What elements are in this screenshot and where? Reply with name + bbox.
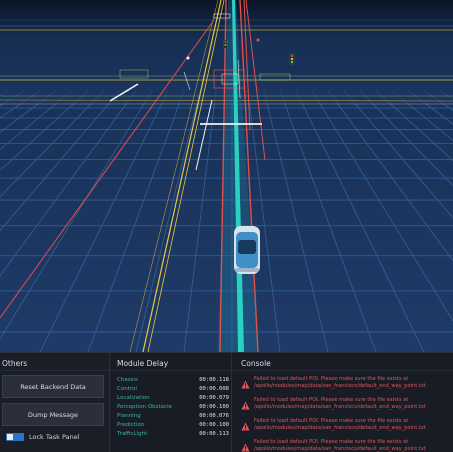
lock-task-panel-row[interactable]: Lock Task Panel <box>6 433 80 441</box>
console-message-text: Failed to load default POI. Please make … <box>254 376 426 389</box>
console-message-text: Failed to load default POI. Please make … <box>254 418 426 431</box>
module-name: Control <box>117 385 137 392</box>
module-name: TrafficLight <box>117 430 148 437</box>
module-delay-value: 00:00.076 <box>199 412 229 419</box>
module-delay-row: Planning 00:00.076 <box>117 411 229 420</box>
module-delay-row: Perception Obstacle 00:00.100 <box>117 402 229 411</box>
traffic-light-icon <box>289 53 295 65</box>
console-message-text: Failed to load default POI. Please make … <box>254 397 426 410</box>
console-panel: Console Failed to load default POI. Plea… <box>232 353 453 452</box>
module-delay-list: Chassis 00:00.118 Control 00:00.008 Localiza… <box>117 375 229 438</box>
module-delay-value: 00:00.008 <box>199 385 229 392</box>
module-delay-panel: Module Delay Chassis 00:00.118 Control 00:0… <box>110 353 232 452</box>
module-delay-value: 00:00.100 <box>199 421 229 428</box>
module-delay-value: 00:00.100 <box>199 403 229 410</box>
console-message: Failed to load default POI. Please make … <box>241 438 451 452</box>
traffic-light-icon <box>223 39 228 49</box>
module-delay-row: TrafficLight 00:00.113 <box>117 429 229 438</box>
reset-backend-data-button[interactable]: Reset Backend Data <box>2 375 104 398</box>
others-title: Others <box>0 353 109 371</box>
console-message: Failed to load default POI. Please make … <box>241 375 451 396</box>
console-message-text: Failed to load default POI. Please make … <box>254 439 426 452</box>
module-name: Chassis <box>117 376 138 383</box>
dump-message-button[interactable]: Dump Message <box>2 403 104 426</box>
module-delay-value: 00:00.079 <box>199 394 229 401</box>
signal-marker <box>256 38 260 42</box>
module-delay-row: Prediction 00:00.100 <box>117 420 229 429</box>
module-delay-row: Chassis 00:00.118 <box>117 375 229 384</box>
task-panel: Others Reset Backend Data Dump Message L… <box>0 352 453 452</box>
console-message: Failed to load default POI. Please make … <box>241 417 451 438</box>
lock-task-panel-label: Lock Task Panel <box>29 433 80 441</box>
warning-icon <box>241 422 250 431</box>
console-title: Console <box>232 353 453 371</box>
module-delay-row: Localization 00:00.079 <box>117 393 229 402</box>
module-delay-value: 00:00.118 <box>199 376 229 383</box>
module-name: Planning <box>117 412 141 419</box>
ego-vehicle-icon <box>234 226 260 274</box>
warning-icon <box>241 380 250 389</box>
module-name: Perception Obstacle <box>117 403 172 410</box>
console-message: Failed to load default POI. Please make … <box>241 396 451 417</box>
warning-icon <box>241 401 250 410</box>
module-delay-row: Control 00:00.008 <box>117 384 229 393</box>
module-delay-title: Module Delay <box>110 353 231 371</box>
map-viewport[interactable] <box>0 0 453 352</box>
warning-icon <box>241 443 250 452</box>
console-list[interactable]: Failed to load default POI. Please make … <box>241 375 451 452</box>
others-panel: Others Reset Backend Data Dump Message L… <box>0 353 110 452</box>
module-delay-value: 00:00.113 <box>199 430 229 437</box>
lock-task-panel-toggle[interactable] <box>6 433 24 441</box>
scene-3d-view[interactable] <box>0 0 453 352</box>
signal-marker <box>186 56 190 60</box>
module-name: Prediction <box>117 421 145 428</box>
module-name: Localization <box>117 394 150 401</box>
